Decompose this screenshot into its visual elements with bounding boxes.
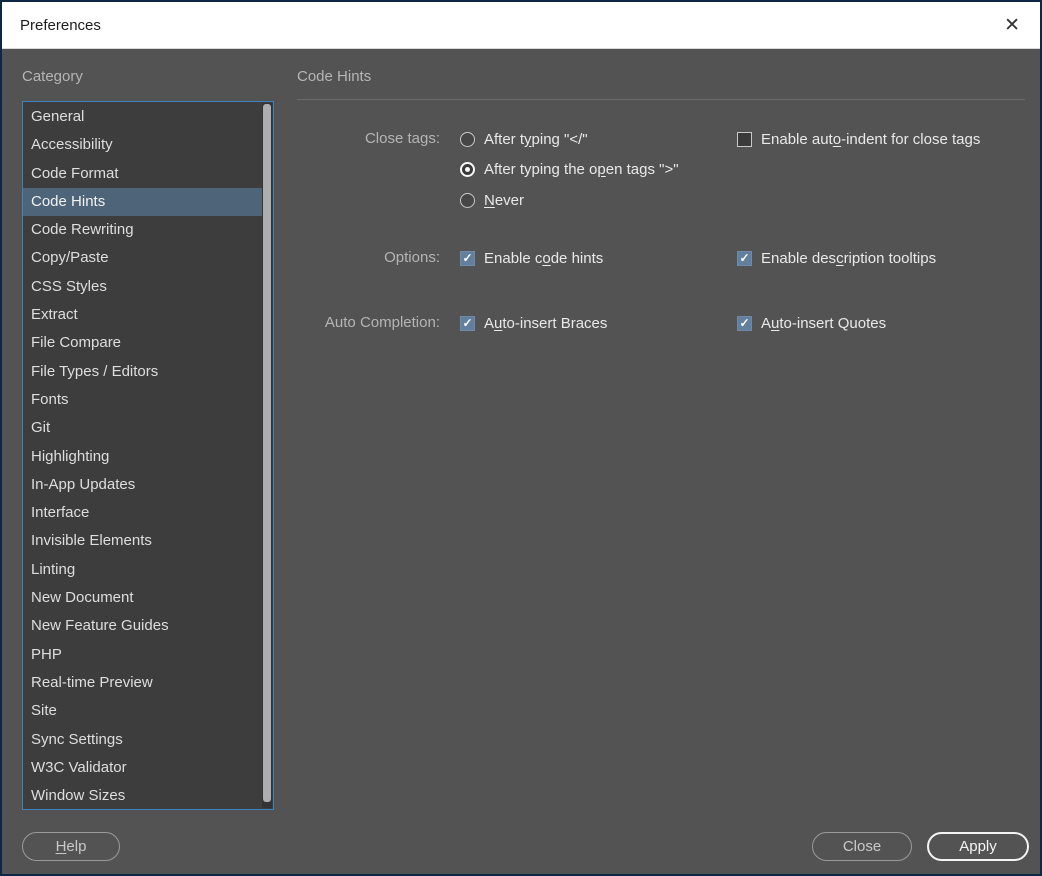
- category-items: GeneralAccessibilityCode FormatCode Hint…: [23, 103, 262, 810]
- category-item[interactable]: New Feature Guides: [23, 612, 262, 640]
- category-item[interactable]: Git: [23, 414, 262, 442]
- category-label: Category: [22, 67, 83, 87]
- help-button-label: Help: [56, 838, 87, 855]
- check-icon: ✓: [739, 317, 749, 329]
- category-item[interactable]: Interface: [23, 499, 262, 527]
- checkbox-icon: ✓: [460, 316, 475, 331]
- radio-icon: [460, 162, 475, 177]
- panel-title: Code Hints: [297, 67, 371, 87]
- category-item[interactable]: W3C Validator: [23, 754, 262, 782]
- radio-never[interactable]: Never: [460, 190, 524, 210]
- checkbox-enable-code-hints[interactable]: ✓ Enable code hints: [460, 248, 603, 268]
- checkbox-icon: ✓: [737, 316, 752, 331]
- category-item[interactable]: Sync Settings: [23, 726, 262, 754]
- category-item[interactable]: Linting: [23, 556, 262, 584]
- checkbox-auto-insert-quotes[interactable]: ✓ Auto-insert Quotes: [737, 313, 886, 333]
- category-scrollbar[interactable]: [262, 103, 272, 808]
- close-tags-label: Close tags:: [282, 129, 440, 149]
- options-label: Options:: [282, 248, 440, 268]
- checkbox-label: Enable description tooltips: [761, 250, 936, 267]
- checkbox-enable-description-tooltips[interactable]: ✓ Enable description tooltips: [737, 248, 936, 268]
- category-item[interactable]: Window Sizes: [23, 782, 262, 810]
- window-title: Preferences: [20, 17, 1000, 34]
- category-item[interactable]: Invisible Elements: [23, 527, 262, 555]
- preferences-dialog: Preferences ✕ Category GeneralAccessibil…: [0, 0, 1042, 876]
- radio-icon: [460, 193, 475, 208]
- check-icon: ✓: [739, 252, 749, 264]
- checkbox-icon: ✓: [737, 132, 752, 147]
- dialog-body: Category GeneralAccessibilityCode Format…: [2, 49, 1040, 874]
- category-item[interactable]: Code Hints: [23, 188, 262, 216]
- checkbox-auto-insert-braces[interactable]: ✓ Auto-insert Braces: [460, 313, 607, 333]
- close-button-label: Close: [843, 838, 881, 855]
- category-item[interactable]: Site: [23, 697, 262, 725]
- check-icon: ✓: [462, 317, 472, 329]
- category-item[interactable]: Code Format: [23, 160, 262, 188]
- radio-label: After typing "</": [484, 131, 588, 148]
- category-item[interactable]: In-App Updates: [23, 471, 262, 499]
- category-item[interactable]: CSS Styles: [23, 273, 262, 301]
- category-item[interactable]: Extract: [23, 301, 262, 329]
- category-item[interactable]: Highlighting: [23, 443, 262, 471]
- radio-label: After typing the open tags ">": [484, 161, 679, 178]
- radio-after-typing-close[interactable]: After typing "</": [460, 129, 588, 149]
- radio-icon: [460, 132, 475, 147]
- checkbox-enable-auto-indent[interactable]: ✓ Enable auto-indent for close tags: [737, 129, 980, 149]
- category-item[interactable]: New Document: [23, 584, 262, 612]
- scrollbar-thumb[interactable]: [263, 104, 271, 802]
- category-item[interactable]: General: [23, 103, 262, 131]
- radio-after-typing-open-tags[interactable]: After typing the open tags ">": [460, 159, 679, 179]
- checkbox-label: Auto-insert Quotes: [761, 315, 886, 332]
- close-button[interactable]: Close: [812, 832, 912, 861]
- category-item[interactable]: File Compare: [23, 329, 262, 357]
- category-item[interactable]: Fonts: [23, 386, 262, 414]
- apply-button-label: Apply: [959, 838, 997, 855]
- checkbox-icon: ✓: [460, 251, 475, 266]
- close-icon[interactable]: ✕: [1000, 14, 1024, 37]
- category-item[interactable]: File Types / Editors: [23, 358, 262, 386]
- checkbox-label: Enable code hints: [484, 250, 603, 267]
- category-listbox: GeneralAccessibilityCode FormatCode Hint…: [22, 101, 274, 810]
- category-item[interactable]: Real-time Preview: [23, 669, 262, 697]
- category-item[interactable]: Accessibility: [23, 131, 262, 159]
- category-item[interactable]: Copy/Paste: [23, 244, 262, 272]
- check-icon: ✓: [462, 252, 472, 264]
- apply-button[interactable]: Apply: [927, 832, 1029, 861]
- titlebar: Preferences ✕: [2, 2, 1040, 49]
- checkbox-icon: ✓: [737, 251, 752, 266]
- help-button[interactable]: Help: [22, 832, 120, 861]
- checkbox-label: Enable auto-indent for close tags: [761, 131, 980, 148]
- auto-completion-label: Auto Completion:: [282, 313, 440, 333]
- category-item[interactable]: Code Rewriting: [23, 216, 262, 244]
- radio-label: Never: [484, 192, 524, 209]
- checkbox-label: Auto-insert Braces: [484, 315, 607, 332]
- panel-divider: [297, 99, 1025, 100]
- category-item[interactable]: PHP: [23, 641, 262, 669]
